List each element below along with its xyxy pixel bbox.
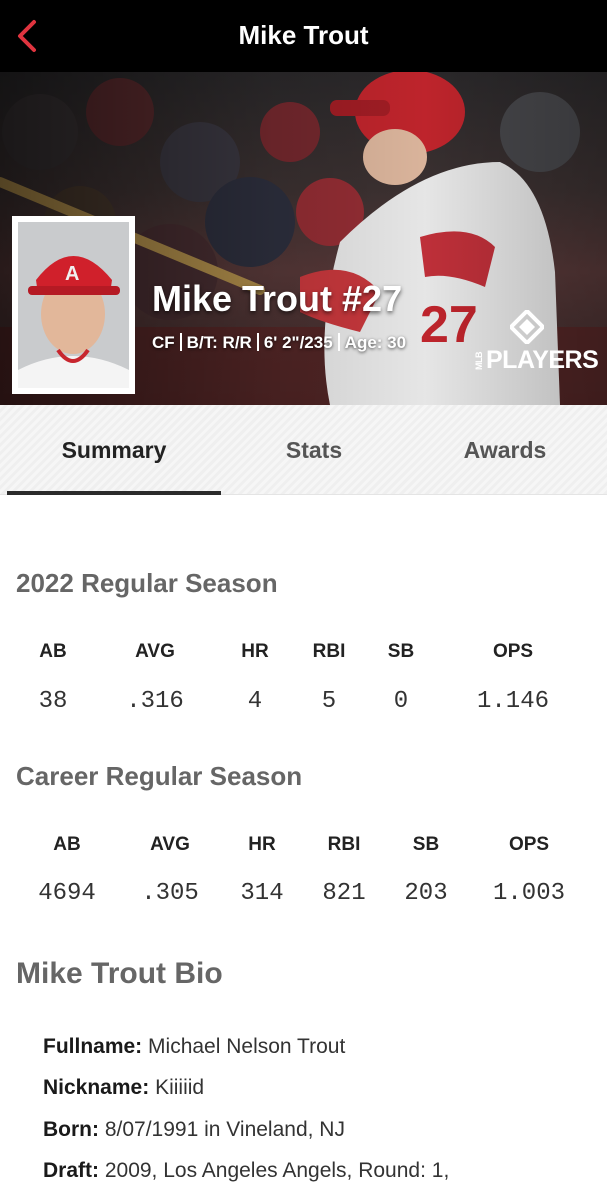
- page-title: Mike Trout: [238, 20, 369, 50]
- tab-bar: Summary Stats Awards: [0, 405, 607, 495]
- active-tab-indicator: [7, 491, 221, 495]
- stat-value-ab: 4694: [38, 880, 96, 907]
- player-headshot-image: A: [18, 222, 129, 388]
- stat-header-ab: AB: [39, 641, 67, 662]
- meta-divider: [337, 333, 340, 351]
- bio-title: Mike Trout Bio: [16, 957, 223, 990]
- stat-value-rbi: 821: [322, 880, 366, 907]
- career-stats-title: Career Regular Season: [16, 761, 303, 791]
- stat-header-ops: OPS: [492, 641, 534, 662]
- stat-header-avg: AVG: [135, 641, 175, 662]
- tab-stats[interactable]: Stats: [221, 405, 407, 495]
- bio-label: Fullname:: [43, 1035, 143, 1058]
- bio-label: Born:: [43, 1118, 99, 1141]
- bio-row-draft: Draft: 2009, Los Angeles Angels, Round: …: [43, 1159, 449, 1183]
- height-weight-text: 6' 2"/235: [263, 333, 333, 352]
- stat-value-rbi: 5: [321, 688, 337, 715]
- stat-value-ab: 38: [38, 688, 68, 715]
- meta-divider: [179, 333, 182, 351]
- mlb-players-logo: MLBPLAYERS: [470, 310, 599, 380]
- position-text: CF: [152, 333, 175, 352]
- svg-text:A: A: [65, 263, 79, 285]
- bio-label: Draft:: [43, 1159, 99, 1182]
- bio-value: Kiiiiid: [155, 1076, 205, 1099]
- stat-header-ops: OPS: [508, 834, 550, 855]
- bio-value: 2009, Los Angeles Angels, Round: 1,: [104, 1159, 450, 1182]
- meta-divider: [256, 333, 259, 351]
- stat-value-avg: .316: [126, 688, 184, 715]
- bio-row-fullname: Fullname: Michael Nelson Trout: [43, 1035, 345, 1059]
- stat-header-sb: SB: [412, 834, 440, 855]
- stat-value-hr: 4: [247, 688, 263, 715]
- stat-header-rbi: RBI: [312, 641, 346, 662]
- bio-row-born: Born: 8/07/1991 in Vineland, NJ: [43, 1118, 345, 1142]
- stat-value-avg: .305: [141, 880, 199, 907]
- player-meta: CF B/T: R/R 6' 2"/235 Age: 30: [152, 333, 406, 353]
- stat-value-sb: 203: [404, 880, 448, 907]
- stat-header-hr: HR: [241, 641, 269, 662]
- bio-row-nickname: Nickname: Kiiiiid: [43, 1076, 204, 1100]
- stat-header-avg: AVG: [150, 834, 190, 855]
- player-name-number: Mike Trout #27: [152, 278, 403, 319]
- age-text: Age: 30: [344, 333, 407, 352]
- stat-header-ab: AB: [53, 834, 81, 855]
- stat-value-hr: 314: [240, 880, 284, 907]
- diamond-icon: [510, 310, 544, 344]
- top-nav-bar: Mike Trout: [0, 0, 607, 72]
- player-headshot: A: [12, 216, 135, 394]
- bats-throws-text: B/T: R/R: [186, 333, 252, 352]
- stat-header-rbi: RBI: [327, 834, 361, 855]
- bio-value: 8/07/1991 in Vineland, NJ: [104, 1118, 345, 1141]
- stat-value-ops: 1.146: [476, 688, 550, 715]
- stat-header-sb: SB: [387, 641, 415, 662]
- season-stats-title: 2022 Regular Season: [16, 568, 278, 598]
- tab-summary[interactable]: Summary: [7, 405, 221, 495]
- stat-header-hr: HR: [248, 834, 276, 855]
- tab-awards[interactable]: Awards: [407, 405, 603, 495]
- stat-value-sb: 0: [393, 688, 409, 715]
- player-hero-banner: 27 A Mike Trout #27 CFB/T: R/R6' 2"/235A…: [0, 72, 607, 405]
- mlb-players-wordmark: MLBPLAYERS: [474, 346, 599, 374]
- stat-value-ops: 1.003: [492, 880, 566, 907]
- bio-label: Nickname:: [43, 1076, 150, 1099]
- bio-value: Michael Nelson Trout: [148, 1035, 346, 1058]
